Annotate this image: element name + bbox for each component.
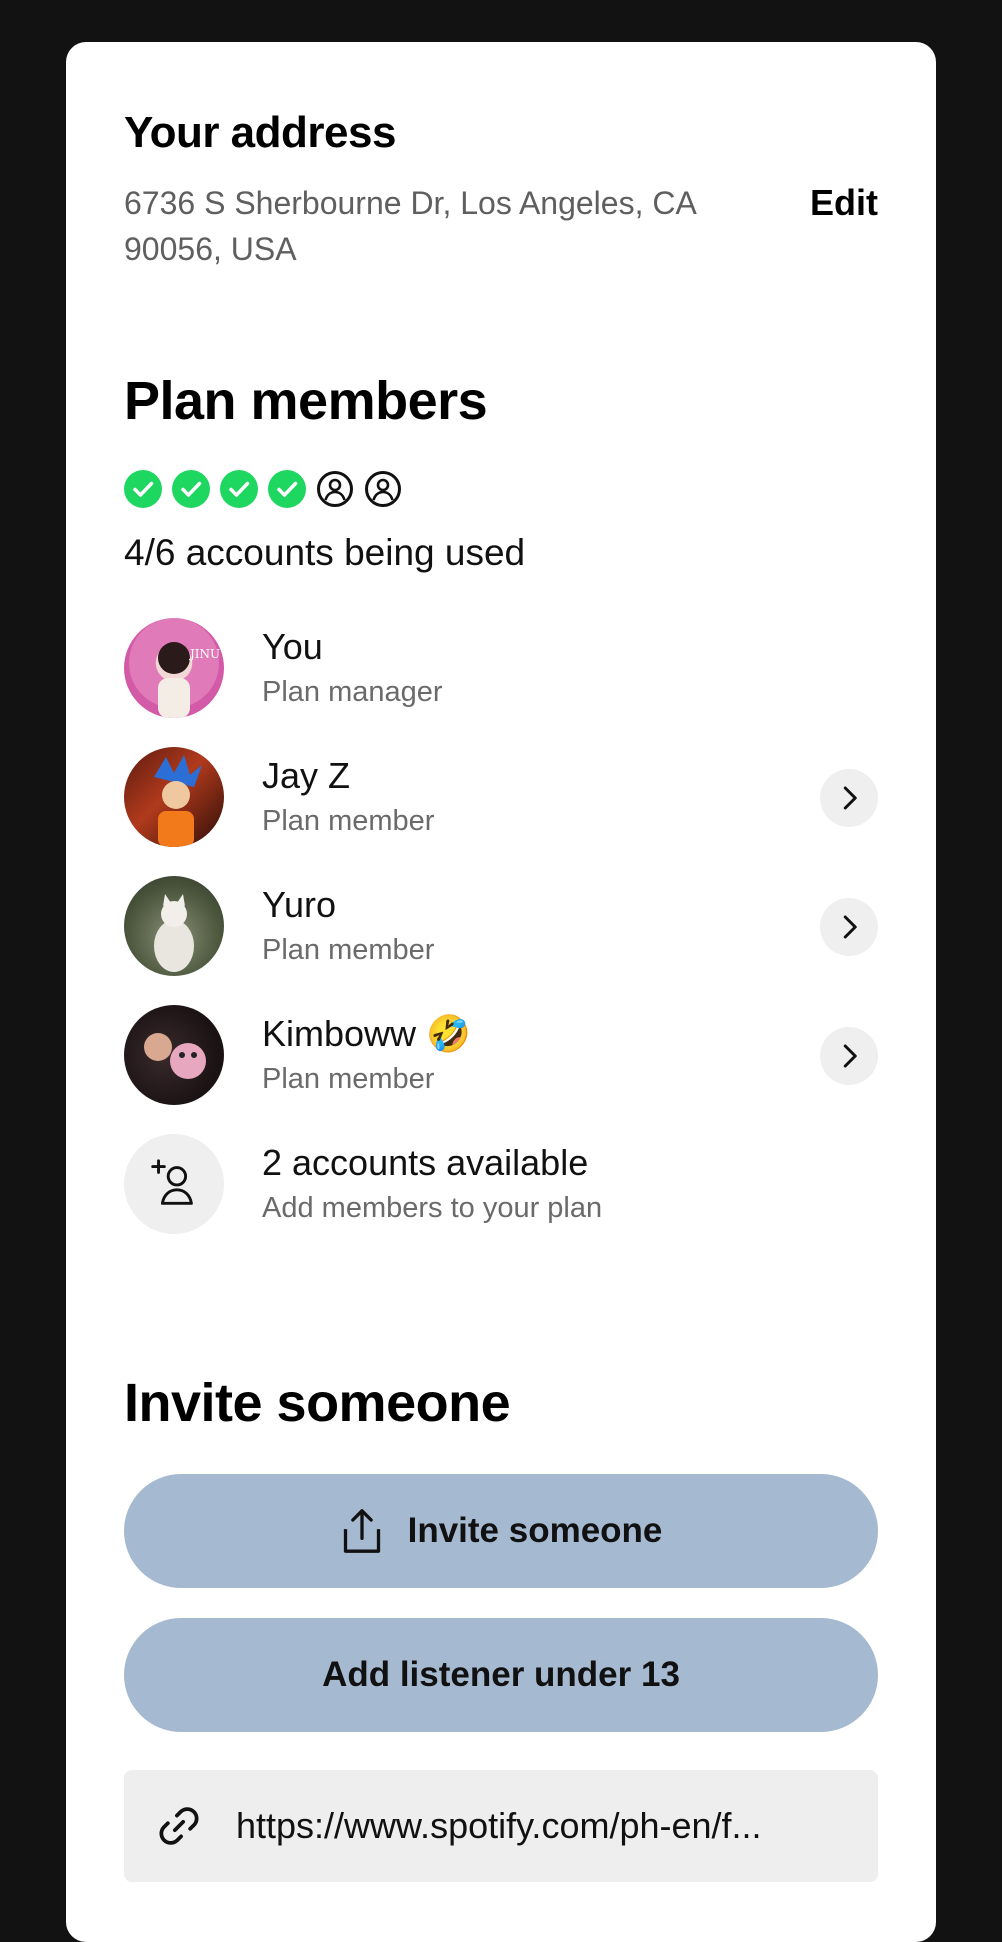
address-text: 6736 S Sherbourne Dr, Los Angeles, CA 90… <box>124 185 696 267</box>
member-row-yuro[interactable]: Yuro Plan member <box>124 876 878 1005</box>
member-row-you: JINU You Plan manager <box>124 618 878 747</box>
check-circle-icon <box>268 470 306 508</box>
member-name: Kimboww 🤣 <box>262 1013 471 1054</box>
user-circle-icon <box>365 471 401 507</box>
chevron-right-icon[interactable] <box>820 1027 878 1085</box>
account-slots <box>124 470 402 508</box>
invite-link-text: https://www.spotify.com/ph-en/f... <box>236 1805 762 1846</box>
available-subtitle: Add members to your plan <box>262 1192 603 1224</box>
user-circle-icon <box>317 471 353 507</box>
avatar: JINU <box>124 618 224 718</box>
edit-address-button[interactable]: Edit <box>810 182 878 224</box>
share-icon <box>340 1507 384 1555</box>
plan-members-title: Plan members <box>124 371 488 431</box>
plan-card: Your address 6736 S Sherbourne Dr, Los A… <box>66 42 936 1942</box>
link-icon <box>154 1801 204 1851</box>
invite-section-title: Invite someone <box>124 1373 511 1433</box>
member-name: Jay Z <box>262 755 351 796</box>
avatar <box>124 876 224 976</box>
member-row-jay-z[interactable]: Jay Z Plan member <box>124 747 878 876</box>
add-listener-label: Add listener under 13 <box>322 1655 680 1694</box>
avatar <box>124 1005 224 1105</box>
check-circle-icon <box>124 470 162 508</box>
add-user-icon <box>124 1134 224 1234</box>
chevron-right-icon[interactable] <box>820 769 878 827</box>
accounts-usage-text: 4/6 accounts being used <box>124 532 526 573</box>
member-role: Plan member <box>262 1063 435 1095</box>
check-circle-icon <box>172 470 210 508</box>
avatar <box>124 747 224 847</box>
member-list: JINU You Plan manager Jay Z Plan member <box>124 618 878 1263</box>
chevron-right-icon[interactable] <box>820 898 878 956</box>
member-role: Plan manager <box>262 676 443 708</box>
check-circle-icon <box>220 470 258 508</box>
invite-link-field[interactable]: https://www.spotify.com/ph-en/f... <box>124 1770 878 1882</box>
invite-someone-label: Invite someone <box>407 1511 663 1550</box>
member-name: Yuro <box>262 884 337 925</box>
member-role: Plan member <box>262 805 435 837</box>
member-row-kimboww[interactable]: Kimboww 🤣 Plan member <box>124 1005 878 1134</box>
invite-someone-button[interactable]: Invite someone <box>124 1474 878 1588</box>
add-member-row[interactable]: 2 accounts available Add members to your… <box>124 1134 878 1263</box>
address-title: Your address <box>124 108 396 157</box>
svg-text:JINU: JINU <box>188 647 220 661</box>
member-role: Plan member <box>262 934 435 966</box>
add-listener-under-13-button[interactable]: Add listener under 13 <box>124 1618 878 1732</box>
available-title: 2 accounts available <box>262 1142 589 1183</box>
member-name: You <box>262 626 323 667</box>
